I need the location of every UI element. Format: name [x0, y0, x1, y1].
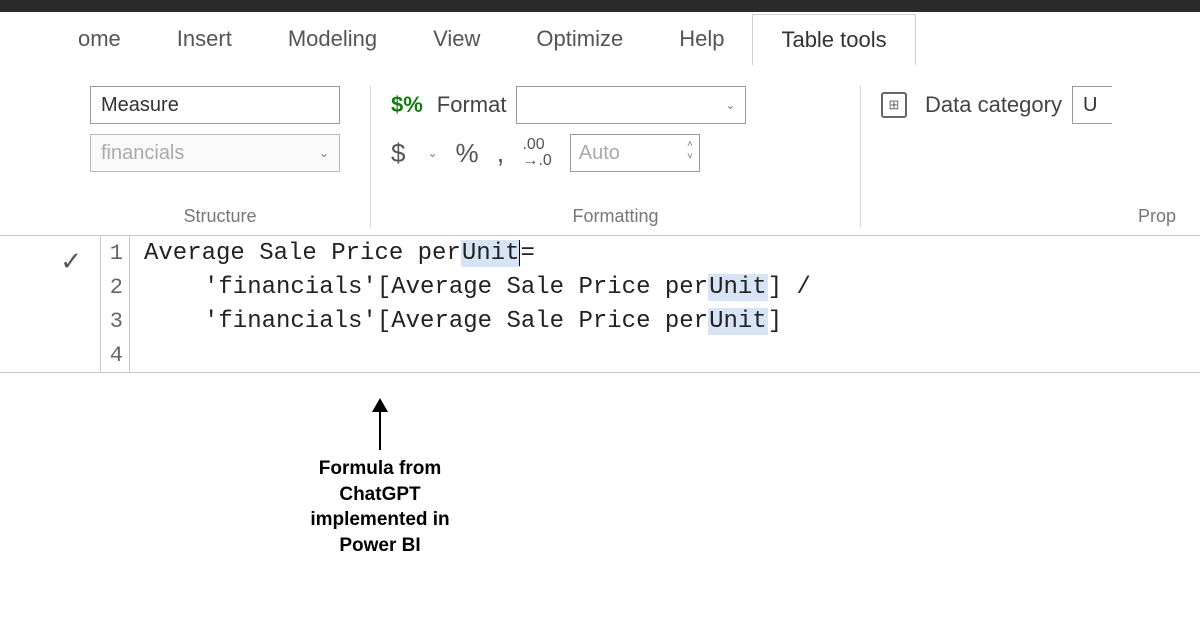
formula-bar: ✓ 1 Average Sale Price per Unit = 2 'fin… [0, 236, 1200, 373]
code-text: 'financials'[Average Sale Price per [204, 308, 708, 335]
annotation-text: Formula from ChatGPT implemented in Powe… [280, 456, 480, 559]
code-line[interactable]: 1 Average Sale Price per Unit = [101, 236, 1200, 270]
group-label-structure: Structure [90, 200, 350, 227]
currency-button[interactable]: $ [391, 138, 405, 169]
home-table-dropdown[interactable]: financials ⌄ [90, 134, 340, 172]
annotation-callout: Formula from ChatGPT implemented in Powe… [280, 400, 480, 559]
decimal-places-value: Auto [579, 142, 620, 165]
data-category-value: U [1083, 94, 1097, 117]
group-properties: ⊞ Data category U Prop [860, 86, 1200, 227]
chevron-down-icon[interactable]: ⌄ [427, 146, 437, 160]
tab-table-tools[interactable]: Table tools [752, 14, 915, 65]
percent-button[interactable]: % [456, 138, 479, 169]
home-table-value: financials [101, 142, 184, 165]
code-line[interactable]: 3 'financials'[Average Sale Price per Un… [101, 304, 1200, 338]
line-number: 4 [101, 343, 129, 368]
format-label: Format [437, 92, 507, 118]
data-category-label: Data category [925, 92, 1062, 118]
group-structure: financials ⌄ Structure [70, 86, 370, 227]
chevron-down-icon: ⌄ [725, 98, 735, 112]
group-label-formatting: Formatting [391, 200, 840, 227]
code-highlight: Unit [708, 308, 768, 335]
decimal-places-stepper[interactable]: Auto ˄ ˅ [570, 134, 700, 172]
code-highlight: Unit [461, 240, 521, 267]
code-text: 'financials'[Average Sale Price per [204, 274, 708, 301]
ribbon-tab-row: ome Insert Modeling View Optimize Help T… [0, 12, 1200, 66]
line-number: 1 [101, 241, 129, 266]
stepper-arrows[interactable]: ˄ ˅ [687, 139, 693, 163]
decimal-places-icon[interactable]: .00→.0 [522, 137, 551, 169]
tab-help[interactable]: Help [651, 14, 752, 64]
group-label-properties: Prop [881, 200, 1180, 227]
ribbon-body: financials ⌄ Structure $% Format ⌄ $ ⌄ %… [0, 66, 1200, 236]
formula-commit-area: ✓ [0, 236, 100, 277]
code-text: ] [768, 308, 782, 335]
line-number: 2 [101, 275, 129, 300]
chevron-up-icon[interactable]: ˄ [687, 139, 693, 151]
arrow-up-icon [379, 400, 381, 450]
commit-check-icon[interactable]: ✓ [60, 246, 82, 277]
dax-editor[interactable]: 1 Average Sale Price per Unit = 2 'finan… [100, 236, 1200, 372]
tab-optimize[interactable]: Optimize [508, 14, 651, 64]
line-number: 3 [101, 309, 129, 334]
code-line[interactable]: 4 [101, 338, 1200, 372]
code-highlight: Unit [708, 274, 768, 301]
code-text: Average Sale Price per [144, 240, 461, 267]
group-formatting: $% Format ⌄ $ ⌄ % , .00→.0 Auto ˄ ˅ [370, 86, 860, 227]
tab-view[interactable]: View [405, 14, 508, 64]
tab-home[interactable]: ome [50, 14, 149, 64]
format-icon: $% [391, 92, 423, 118]
chevron-down-icon[interactable]: ˅ [687, 151, 693, 163]
data-category-icon: ⊞ [881, 92, 907, 118]
tab-insert[interactable]: Insert [149, 14, 260, 64]
measure-name-input[interactable] [90, 86, 340, 124]
chevron-down-icon: ⌄ [319, 146, 329, 160]
tab-modeling[interactable]: Modeling [260, 14, 405, 64]
format-dropdown[interactable]: ⌄ [516, 86, 746, 124]
code-line[interactable]: 2 'financials'[Average Sale Price per Un… [101, 270, 1200, 304]
code-text: ] / [768, 274, 811, 301]
thousands-separator-button[interactable]: , [497, 137, 505, 169]
title-bar-strip [0, 0, 1200, 12]
data-category-dropdown[interactable]: U [1072, 86, 1112, 124]
code-text: = [520, 240, 534, 267]
